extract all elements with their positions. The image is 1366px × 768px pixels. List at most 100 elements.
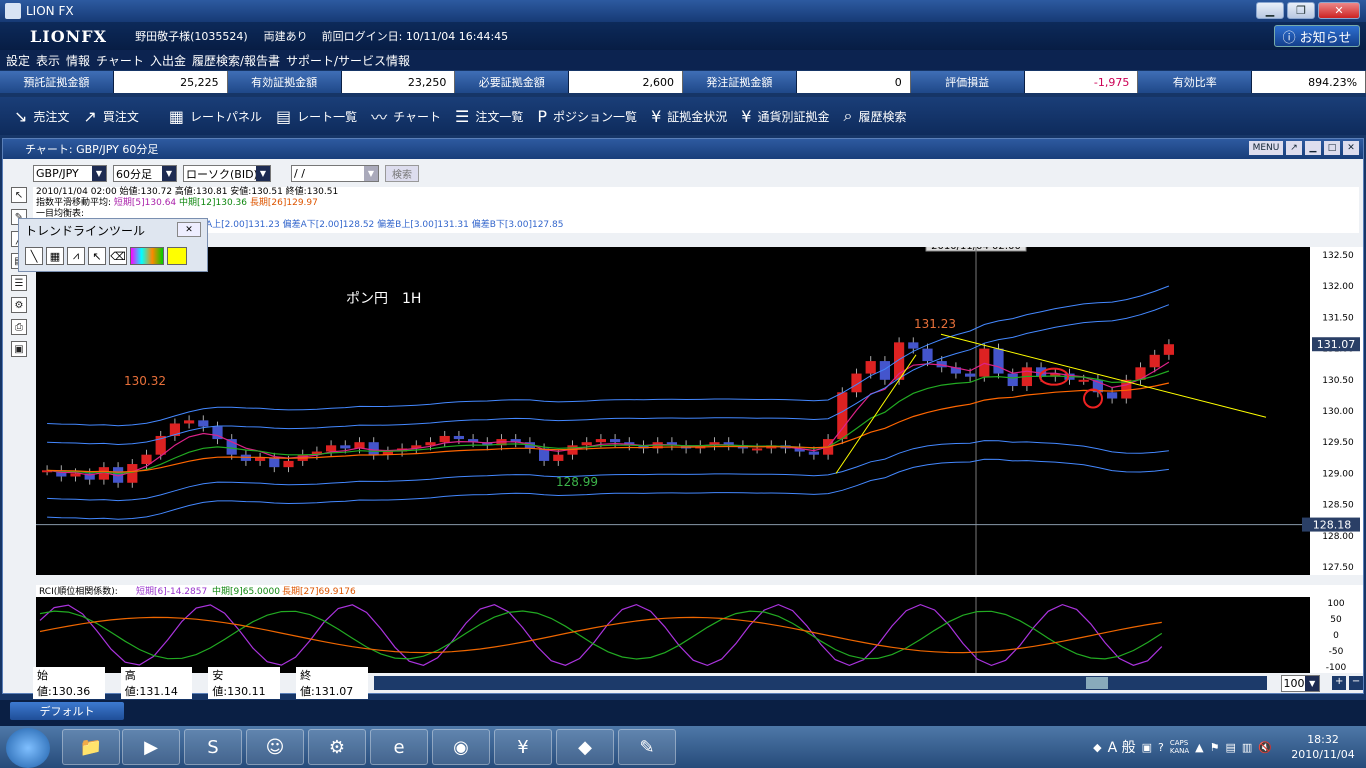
toolbar-history-search-button[interactable]: ⌕ 履歴検索 [843, 106, 906, 126]
chevron-up-icon[interactable]: ▲ [1195, 741, 1203, 754]
flag-icon[interactable]: ⚑ [1210, 741, 1220, 754]
menu-info[interactable]: 情報 [66, 52, 90, 69]
toolbar-yen-button[interactable]: ¥ 証拠金状況 [651, 107, 727, 126]
y-tick-label: 128.00 [1322, 532, 1354, 542]
help-icon[interactable]: ? [1158, 741, 1164, 754]
fx-app-task[interactable]: ¥ [494, 729, 552, 765]
trendline-tool-palette: トレンドラインツール ✕ ╲ ▦ ⩘ ↖ ⌫ [18, 218, 208, 272]
start-button[interactable] [6, 728, 50, 768]
sell-arrow-icon: ↘ [14, 106, 28, 126]
paint-task[interactable]: ✎ [618, 729, 676, 765]
network-icon[interactable]: ▥ [1242, 741, 1252, 754]
messenger-task[interactable]: ☺ [246, 729, 304, 765]
chevron-down-icon: ▼ [256, 166, 270, 181]
zoom-out-button[interactable]: − [1349, 676, 1363, 690]
margin-label-0: 預託証拠金額 [0, 71, 114, 93]
settings-icon[interactable]: ⚙ [11, 297, 27, 313]
select-arrow-icon[interactable]: ↖ [88, 247, 106, 265]
toolbar-rate-list-button[interactable]: ▤ レート一覧 [276, 107, 357, 126]
fan-tool-icon[interactable]: ⩘ [67, 247, 85, 265]
maximize-button[interactable]: ❐ [1287, 2, 1315, 19]
chart-minimize-button[interactable]: ▁ [1305, 141, 1321, 155]
cursor-tool-icon[interactable]: ↖ [11, 187, 27, 203]
yen-icon: ¥ [651, 106, 662, 126]
timeframe-select[interactable]: 60分足 ▼ [113, 165, 177, 182]
chart-menu-button[interactable]: MENU [1249, 141, 1283, 155]
scroll-thumb[interactable] [1085, 677, 1108, 689]
toolbar-currency-margin-button[interactable]: ¥ 通貨別証拠金 [741, 107, 829, 126]
menu-view[interactable]: 表示 [36, 52, 60, 69]
rci-panel[interactable]: RCI(順位相関係数): 短期[6]-14.2857 中期[9]65.0000 長期… [36, 585, 1363, 675]
fibonacci-icon[interactable]: ▦ [46, 247, 64, 265]
candle-body [808, 451, 819, 455]
toolbar-rate-panel-button[interactable]: ▦ レートパネル [169, 107, 262, 126]
currency-margin-icon: ¥ [741, 106, 752, 126]
y-tick-label: 131.50 [1322, 313, 1354, 323]
notice-button[interactable]: ⓘ お知らせ [1274, 25, 1360, 47]
toolbar-label: レート一覧 [297, 109, 358, 124]
candle-body [581, 442, 592, 446]
search-button[interactable]: 検索 [385, 165, 419, 182]
menu-settings[interactable]: 設定 [6, 52, 30, 69]
device-icon[interactable]: ▤ [1225, 741, 1235, 754]
candle-body [979, 348, 990, 377]
menu-history[interactable]: 履歴検索/報告書 [192, 52, 280, 69]
list-icon[interactable]: ☰ [11, 275, 27, 291]
save-icon[interactable]: ▣ [11, 341, 27, 357]
pair-select[interactable]: GBP/JPY ▼ [33, 165, 107, 182]
menu-support[interactable]: サポート/サービス情報 [286, 52, 410, 69]
print-icon[interactable]: ⎙ [11, 319, 27, 335]
chart-title: ポン円 1H [346, 291, 421, 307]
menu-bar: 設定 表示 情報 チャート 入出金 履歴検索/報告書 サポート/サービス情報 [0, 50, 1366, 70]
date-input[interactable]: / / ▼ [291, 165, 379, 182]
chart-maximize-button[interactable]: □ [1324, 141, 1340, 155]
toolbar-label: チャート [393, 109, 442, 124]
menu-chart[interactable]: チャート [96, 52, 144, 69]
tab-default[interactable]: デフォルト [10, 702, 124, 720]
zoom-in-button[interactable]: + [1332, 676, 1347, 690]
title-bar: LION FX ▁ ❐ ✕ [0, 0, 1366, 22]
chart-type-select[interactable]: ローソク(BID) ▼ [183, 165, 271, 182]
zoom-select[interactable]: 100 ▼ [1280, 674, 1321, 692]
toolbar-order-list-button[interactable]: ☰ 注文一覧 [455, 107, 523, 126]
chart-info-panel: 2010/11/04 02:00 始値:130.72 高値:130.81 安値:… [33, 187, 1359, 233]
toolbar-buy-arrow-button[interactable]: ↗ 買注文 [83, 107, 138, 126]
shield-icon[interactable]: ◆ [1093, 741, 1101, 754]
network-task[interactable]: ⚙ [308, 729, 366, 765]
odl-task[interactable]: ◉ [432, 729, 490, 765]
close-button[interactable]: ✕ [1318, 2, 1360, 19]
y-tick-label: 127.50 [1322, 563, 1354, 573]
price-chart[interactable]: 2010/11/04 02:00132.50132.00131.50131.00… [36, 247, 1363, 575]
ime-indicator[interactable]: A 般 [1108, 737, 1136, 757]
color-palette[interactable] [130, 247, 164, 265]
eraser-icon[interactable]: ⌫ [109, 247, 127, 265]
ema-info: 指数平滑移動平均: 短期[5]130.64 中期[12]130.36 長期[26… [36, 198, 1359, 209]
toolbar-position-button[interactable]: P ポジション一覧 [537, 107, 637, 126]
toolbar-chart-button[interactable]: 〰チャート [371, 104, 441, 128]
rci-tick-label: 0 [1333, 631, 1339, 641]
candle-body [141, 454, 152, 465]
clock-time: 18:32 [1307, 733, 1339, 746]
clock[interactable]: 18:32 2010/11/04 [1288, 732, 1358, 762]
kana-label: KANA [1169, 747, 1190, 755]
chart-scrollbar[interactable] [373, 676, 1267, 690]
rci-label: RCI(順位相関係数): [39, 585, 118, 597]
menu-deposit[interactable]: 入出金 [150, 52, 186, 69]
ime-tool-icon[interactable]: ▣ [1142, 741, 1152, 754]
line-tool-icon[interactable]: ╲ [25, 247, 43, 265]
lionfx-task[interactable]: ◆ [556, 729, 614, 765]
toolbar-sell-arrow-button[interactable]: ↘ 売注文 [14, 107, 69, 126]
selected-color-swatch[interactable] [167, 247, 187, 265]
volume-icon[interactable]: 🔇 [1258, 741, 1272, 754]
media-player-task[interactable]: ▶ [122, 729, 180, 765]
minimize-button[interactable]: ▁ [1256, 2, 1284, 19]
pin-icon[interactable]: ↗ [1286, 141, 1302, 155]
chart-close-button[interactable]: ✕ [1343, 141, 1359, 155]
candle-body [439, 435, 450, 443]
ie-task[interactable]: e [370, 729, 428, 765]
explorer-task[interactable]: 📁 [62, 729, 120, 765]
margin-value-5: 894.23% [1252, 71, 1366, 93]
horizontal-line-label: 128.18 [1313, 519, 1352, 532]
skype-task[interactable]: S [184, 729, 242, 765]
close-icon[interactable]: ✕ [177, 222, 201, 237]
